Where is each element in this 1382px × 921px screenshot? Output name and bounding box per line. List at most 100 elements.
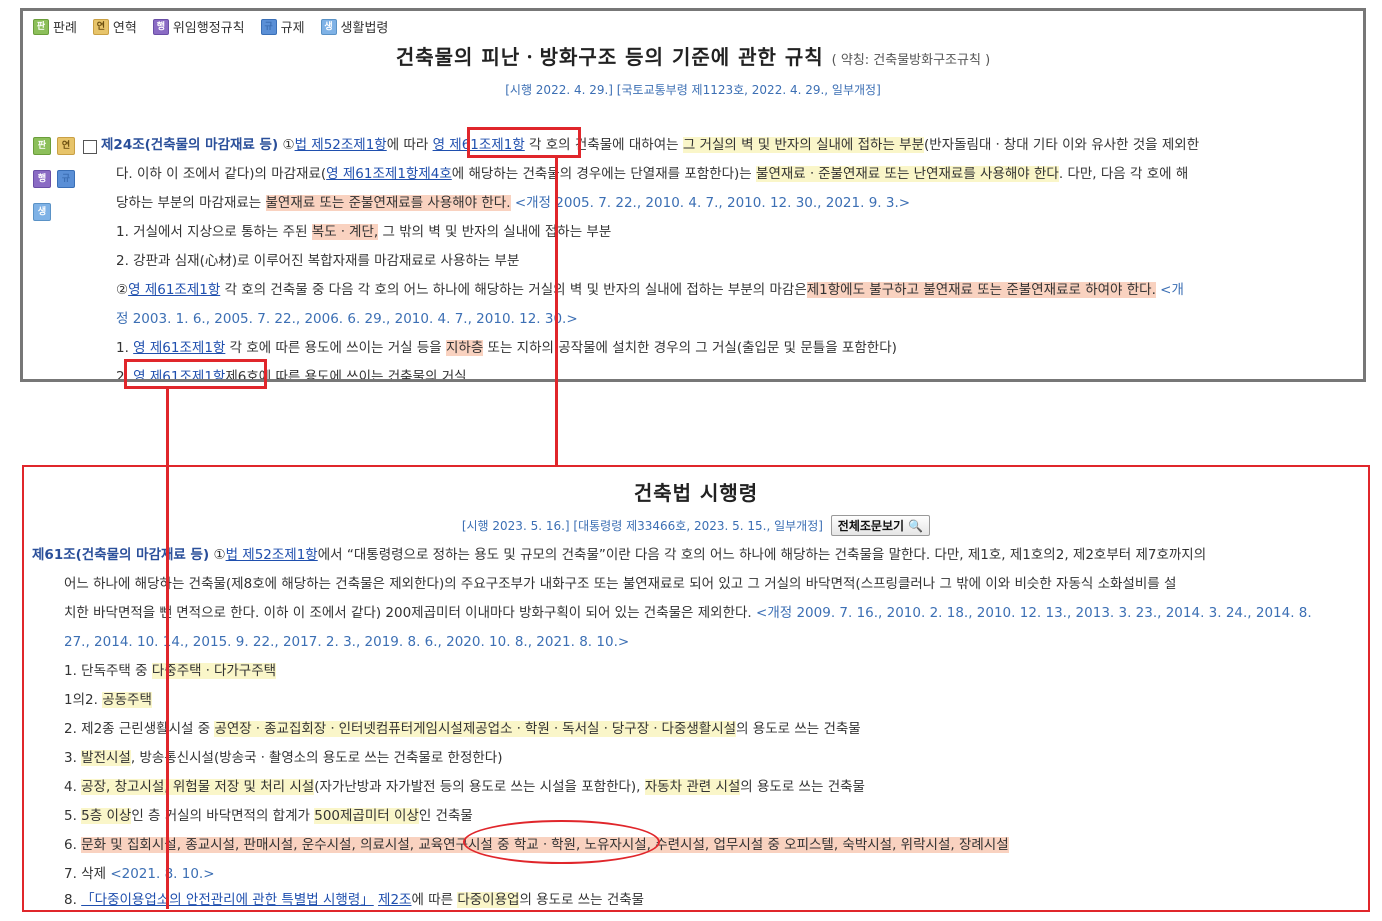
- text: 1. 단독주택 중: [64, 663, 152, 679]
- item-1: 1. 단독주택 중 다중주택ㆍ다가구주택: [64, 660, 277, 682]
- article-line-5: 2. 강판과 심재(心材)로 이루어진 복합자재를 마감재료로 사용하는 부분: [116, 253, 520, 269]
- highlight: 지하층: [445, 340, 484, 356]
- history-icon[interactable]: 연: [57, 137, 75, 155]
- page-title: 건축물의 피난ㆍ방화구조 등의 기준에 관한 규칙 ( 약칭: 건축물방화구조규…: [23, 41, 1363, 70]
- highlight: 제1항에도 불구하고 불연재료 또는 준불연재료로 하여야 한다.: [806, 282, 1156, 298]
- highlight: 공동주택: [102, 692, 152, 708]
- highlight: 불연재료 또는 준불연재료를 사용해야 한다.: [265, 195, 511, 211]
- highlight: 다중주택ㆍ다가구주택: [151, 663, 277, 679]
- article-line-4: 27., 2014. 10. 14., 2015. 9. 22., 2017. …: [64, 634, 630, 650]
- text: 2. 제2종 근린생활시설 중: [64, 721, 215, 737]
- annotation-ellipse-school: [463, 820, 660, 864]
- text: 그 밖의 벽 및 반자의 실내에 접하는 부분: [378, 224, 612, 240]
- text: 또는 지하의 공작물에 설치한 경우의 그 거실(출입문 및 문틀을 포함한다): [483, 340, 897, 356]
- text: 에서 “대통령령으로 정하는 용도 및 규모의 건축물”이란 다음 각 호의 어…: [317, 547, 1207, 563]
- text: (반자돌림대ㆍ창대 기타 이와 유사한 것을 제외한: [924, 137, 1200, 153]
- text: 인 건축물: [418, 808, 473, 824]
- text: 에 따른: [411, 892, 458, 908]
- highlight: 발전시설: [81, 750, 131, 766]
- text: 의 용도로 쓰는 건축물: [519, 892, 645, 908]
- text: 에 따라: [386, 137, 433, 153]
- highlight: 공연장ㆍ종교집회장ㆍ인터넷컴퓨터게임시설제공업소ㆍ학원ㆍ독서실ㆍ당구장ㆍ다중생활…: [214, 721, 737, 737]
- living-law-icon: 생: [320, 18, 337, 35]
- toolbar-label: 생활법령: [340, 21, 389, 36]
- regulation-icon[interactable]: 규: [57, 170, 75, 188]
- page-title: 건축법 시행령: [633, 481, 759, 505]
- button-label: 전체조문보기: [837, 519, 905, 533]
- article-line-1: 제24조(건축물의 마감재료 등) ①법 제52조제1항에 따라 영 제61조제…: [101, 134, 1199, 156]
- article-line-1: 제61조(건축물의 마감재료 등) ①법 제52조제1항에서 “대통령령으로 정…: [32, 544, 1206, 566]
- law-link[interactable]: 법 제52조제1항: [295, 137, 387, 153]
- toolbar-label: 연혁: [112, 21, 137, 36]
- toolbar: 판 판례 연 연혁 행 위임행정규칙 규 규제 생 생활법령: [33, 17, 388, 36]
- text: 각 호의 건축물 중 다음 각 호의 어느 하나에 해당하는 거실의 벽 및 반…: [220, 282, 807, 298]
- text: ②: [116, 282, 129, 298]
- article-line-3: 당하는 부분의 마감재료는 불연재료 또는 준불연재료를 사용해야 한다. <개…: [116, 192, 910, 214]
- toolbar-living-law[interactable]: 생 생활법령: [320, 17, 389, 36]
- decree-link[interactable]: 영 제61조제1항제4호: [326, 166, 452, 182]
- enforce-text: [시행 2023. 5. 16.] [대통령령 제33466호, 2023. 5…: [461, 519, 823, 533]
- text: 8.: [64, 892, 82, 908]
- text: . 다만, 다음 각 호에 해: [1058, 166, 1189, 182]
- law-link[interactable]: 법 제52조제1항: [226, 547, 318, 563]
- full-text-button[interactable]: 전체조문보기 🔍: [830, 515, 931, 536]
- highlight: 복도ㆍ계단,: [311, 224, 379, 240]
- item-2: 2. 제2종 근린생활시설 중 공연장ㆍ종교집회장ㆍ인터넷컴퓨터게임시설제공업소…: [64, 718, 861, 740]
- title-abbr: ( 약칭: 건축물방화구조규칙 ): [831, 53, 991, 68]
- history-icon: 연: [92, 18, 109, 35]
- toolbar-regulation[interactable]: 규 규제: [260, 17, 305, 36]
- article-checkbox[interactable]: [83, 140, 97, 154]
- highlight: 그 거실의 벽 및 반자의 실내에 접하는 부분: [682, 137, 925, 153]
- article-line-2: 어느 하나에 해당하는 건축물(제8호에 해당하는 건축물은 제외한다)의 주요…: [64, 576, 1177, 592]
- text: 1의2.: [64, 692, 103, 708]
- text: 3.: [64, 750, 82, 766]
- text: 6.: [64, 837, 82, 853]
- delegated-rule-icon: 행: [152, 18, 169, 35]
- text: , 방송통신시설(방송국ㆍ촬영소의 용도로 쓰는 건축물로 한정한다): [130, 750, 503, 766]
- text: (자가난방과 자가발전 등의 용도로 쓰는 시설을 포함한다),: [314, 779, 645, 795]
- living-law-icon[interactable]: 생: [33, 203, 51, 221]
- highlight: 불연재료ㆍ준불연재료 또는 난연재료를 사용해야 한다: [756, 166, 1059, 182]
- item-4: 4. 공장, 창고시설, 위험물 저장 및 처리 시설(자가난방과 자가발전 등…: [64, 776, 865, 798]
- highlight: 공장, 창고시설, 위험물 저장 및 처리 시설: [81, 779, 315, 795]
- toolbar-history[interactable]: 연 연혁: [92, 17, 137, 36]
- delegated-rule-icon[interactable]: 행: [33, 170, 51, 188]
- article-heading: 제61조(건축물의 마감재료 등): [32, 547, 210, 563]
- annotation-connector-line: [166, 389, 169, 909]
- precedent-icon: 판: [33, 18, 49, 35]
- text: 다. 이하 이 조에서 같다)의 마감재료(: [116, 166, 327, 182]
- article-line-7: 정 2003. 1. 6., 2005. 7. 22., 2006. 6. 29…: [116, 311, 578, 327]
- text: ①: [278, 137, 295, 153]
- text: 1.: [116, 340, 134, 356]
- enforce-info: [시행 2022. 4. 29.] [국토교통부령 제1123호, 2022. …: [505, 83, 881, 97]
- article-line-8: 1. 영 제61조제1항 각 호에 따른 용도에 쓰이는 거실 등을 지하층 또…: [116, 337, 897, 359]
- article-heading: 제24조(건축물의 마감재료 등): [101, 137, 279, 153]
- title-text: 건축물의 피난ㆍ방화구조 등의 기준에 관한 규칙: [395, 45, 824, 69]
- text: ①: [209, 547, 226, 563]
- amend-note: <2021. 8. 10.>: [110, 866, 215, 882]
- text: 의 용도로 쓰는 건축물: [736, 721, 861, 737]
- decree-link[interactable]: 영 제61조제1항: [128, 282, 220, 298]
- bottom-document-frame: 건축법 시행령 [시행 2023. 5. 16.] [대통령령 제33466호,…: [22, 465, 1370, 912]
- text: 5.: [64, 808, 82, 824]
- toolbar-delegated[interactable]: 행 위임행정규칙: [152, 17, 245, 36]
- enforce-info: [시행 2023. 5. 16.] [대통령령 제33466호, 2023. 5…: [24, 515, 1368, 536]
- text: 인 층 거실의 바닥면적의 합계가: [131, 808, 315, 824]
- highlight: 다중이용업: [457, 892, 520, 908]
- item-3: 3. 발전시설, 방송통신시설(방송국ㆍ촬영소의 용도로 쓰는 건축물로 한정한…: [64, 747, 502, 769]
- article-link[interactable]: 제2조: [378, 892, 411, 908]
- decree-link[interactable]: 영 제61조제1항: [133, 340, 225, 356]
- precedent-icon[interactable]: 판: [33, 137, 51, 155]
- item-1-2: 1의2. 공동주택: [64, 689, 152, 711]
- toolbar-precedent[interactable]: 판 판례: [33, 17, 77, 36]
- amend-note: <개: [1155, 282, 1184, 298]
- toolbar-label: 위임행정규칙: [172, 21, 245, 36]
- amend-note: <개정 2005. 7. 22., 2010. 4. 7., 2010. 12.…: [510, 195, 911, 211]
- act-link[interactable]: 「다중이용업소의 안전관리에 관한 특별법 시행령」: [81, 892, 374, 908]
- highlight: 5층 이상: [81, 808, 132, 824]
- text: 각 호에 따른 용도에 쓰이는 거실 등을: [225, 340, 446, 356]
- text: 4.: [64, 779, 82, 795]
- annotation-connector-line: [555, 158, 558, 466]
- text: 당하는 부분의 마감재료는: [116, 195, 266, 211]
- text: 1. 거실에서 지상으로 통하는 주된: [116, 224, 312, 240]
